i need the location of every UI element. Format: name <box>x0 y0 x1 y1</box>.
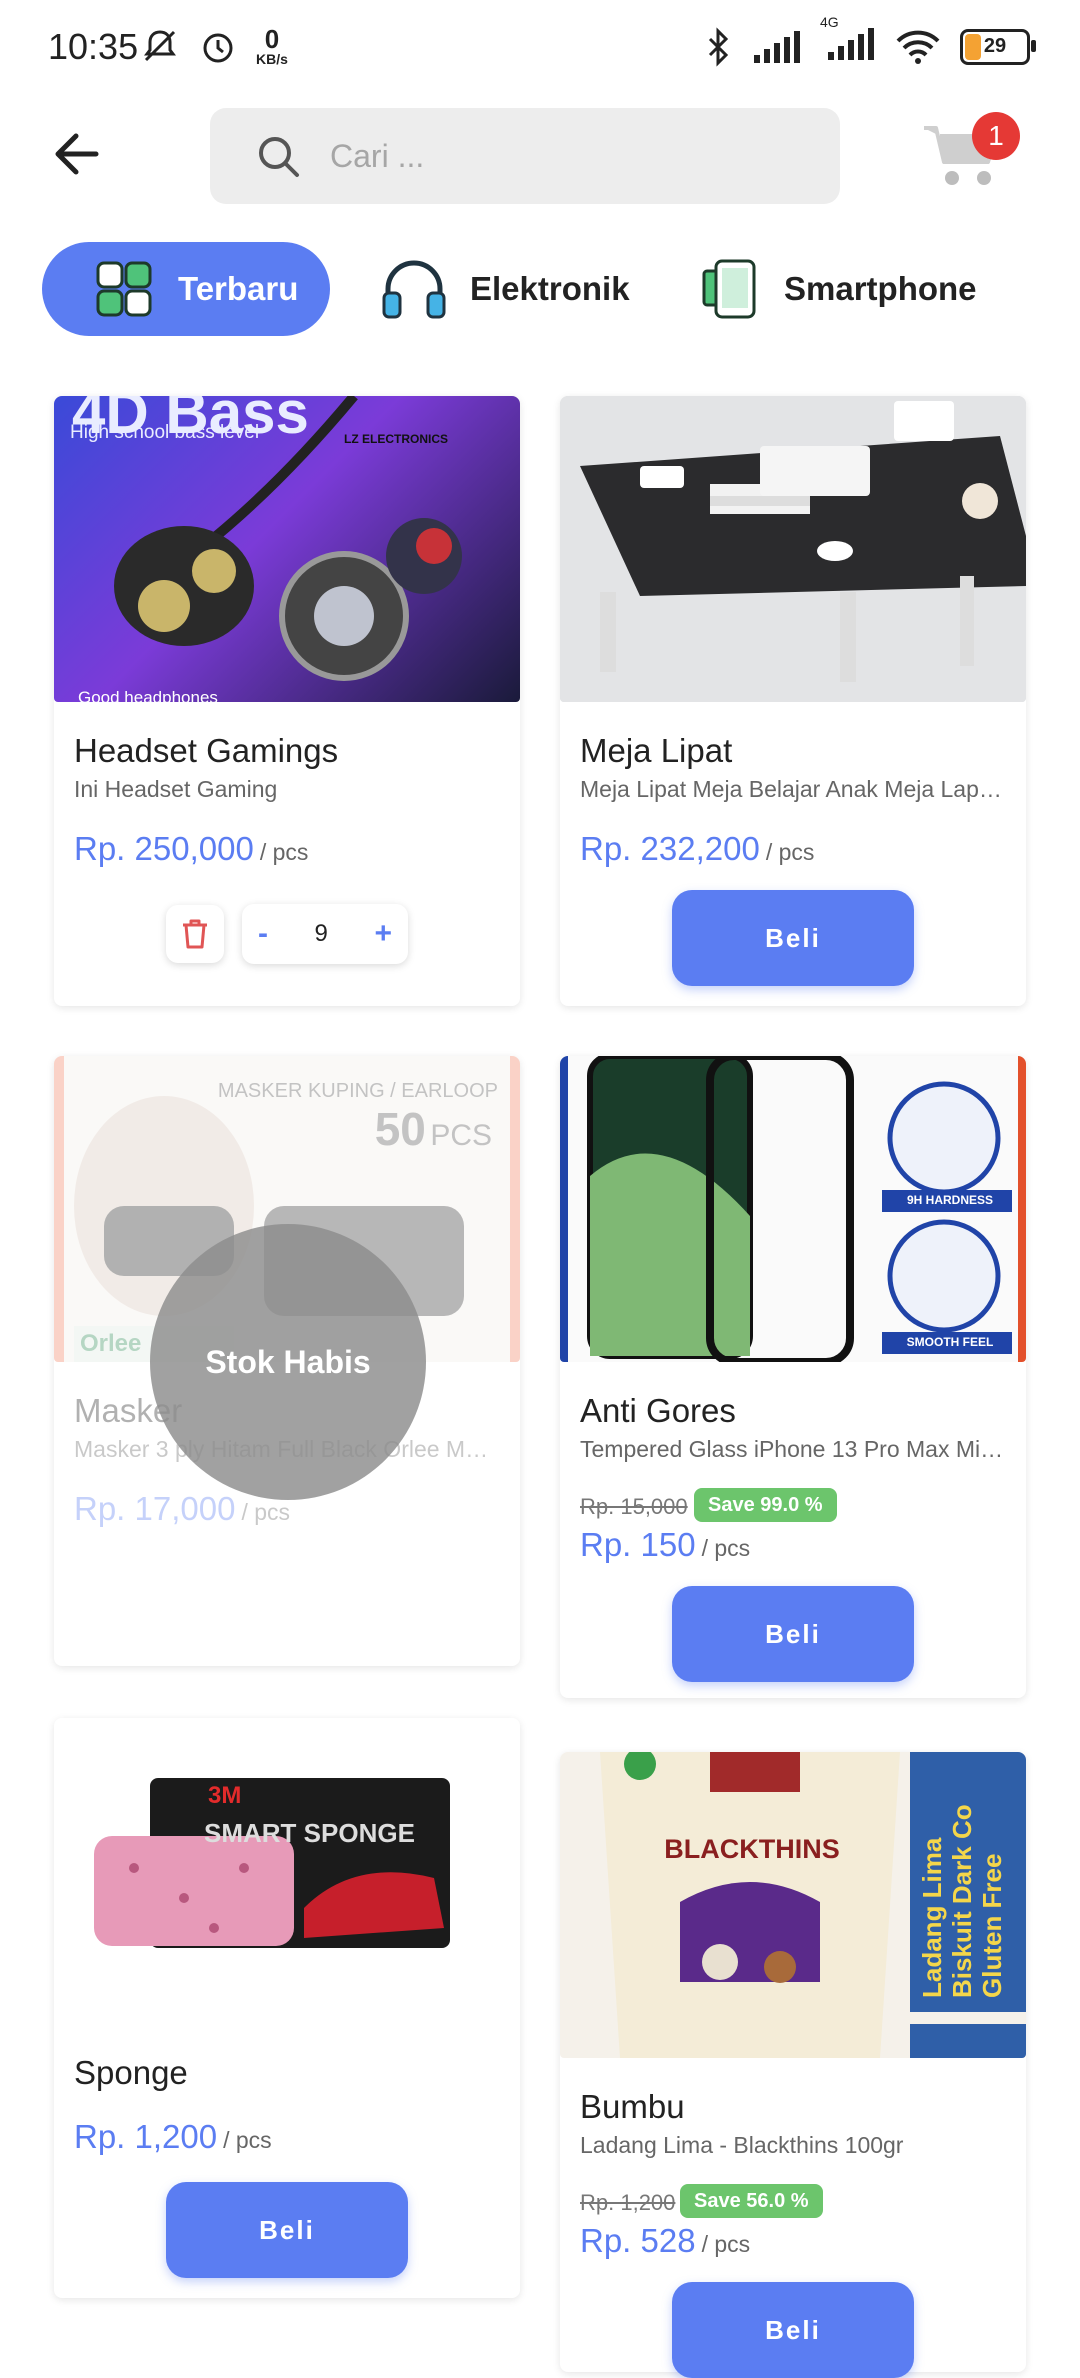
product-desc: Ini Headset Gaming <box>74 776 278 802</box>
product-name: Headset Gamings <box>74 732 339 769</box>
status-time: 10:35 <box>48 26 139 67</box>
quantity-value: 9 <box>314 920 328 947</box>
arrow-left-icon <box>55 133 99 175</box>
product-image: 4D Bass High school bass level LZ ELECTR… <box>54 396 520 702</box>
earphones-illustration <box>114 396 462 681</box>
product-card-bumbu[interactable]: BLACKTHINS Ladang Lima Biskuit Dark Co G… <box>560 1752 1026 2378</box>
product-image: BLACKTHINS Ladang Lima Biskuit Dark Co G… <box>560 1752 1026 2058</box>
product-price: Rp. 528/ pcs <box>580 2222 751 2259</box>
bell-mute-icon <box>144 30 176 62</box>
discount-badge: Save 99.0 % <box>694 1488 837 1522</box>
cart-count-badge: 1 <box>972 112 1020 160</box>
tempered-glass-illustration <box>560 1056 1026 1362</box>
product-desc: Tempered Glass iPhone 13 Pro Max Mini M <box>580 1436 1006 1462</box>
buy-button[interactable]: Beli <box>672 1586 914 1682</box>
remove-from-cart-button[interactable] <box>166 905 224 963</box>
product-card-headset[interactable]: 4D Bass High school bass level LZ ELECTR… <box>54 396 520 1006</box>
decrease-button[interactable]: - <box>258 917 268 951</box>
product-card-sponge[interactable]: 3M SMART SPONGE Sponge Rp. 1,200/ pcs Be… <box>54 1718 520 2298</box>
product-price: Rp. 1,200/ pcs <box>74 2118 272 2155</box>
quantity-stepper: - 9 + <box>242 904 408 964</box>
product-name: Anti Gores <box>580 1392 736 1429</box>
discount-badge: Save 56.0 % <box>680 2184 823 2218</box>
buy-button[interactable]: Beli <box>672 2282 914 2378</box>
product-name: Sponge <box>74 2054 188 2091</box>
product-price: Rp. 150/ pcs <box>580 1526 751 1563</box>
buy-button[interactable]: Beli <box>672 890 914 986</box>
product-image: 3M SMART SPONGE <box>54 1718 520 2024</box>
grid-apps-icon <box>96 261 152 317</box>
smartphone-icon <box>702 259 756 319</box>
original-price: Rp. 1,200 <box>580 2190 676 2215</box>
signal-icon <box>754 30 800 63</box>
tab-label: Smartphone <box>784 270 977 307</box>
original-price: Rp. 15,000 <box>580 1494 688 1519</box>
sold-out-badge: Stok Habis <box>150 1224 426 1500</box>
search-input[interactable] <box>328 136 812 176</box>
signal-4g-icon <box>828 28 874 60</box>
battery-icon: 29 <box>960 28 1036 65</box>
product-card-anti-gores[interactable]: 9H HARDNESS SMOOTH FEEL Anti Gores Tempe… <box>560 1056 1026 1698</box>
trash-icon <box>183 919 207 949</box>
bluetooth-icon <box>708 26 729 67</box>
quantity-controls: - 9 + <box>166 904 408 964</box>
product-card-masker[interactable]: MASKER KUPING / EARLOOP 50 PCS Orlee Mas… <box>54 1056 520 1666</box>
status-icons-right: 4G 29 <box>704 14 1036 67</box>
buy-button[interactable]: Beli <box>166 2182 408 2278</box>
back-button[interactable] <box>48 124 108 184</box>
product-card-meja-lipat[interactable]: Meja Lipat Meja Lipat Meja Belajar Anak … <box>560 396 1026 1006</box>
tab-smartphone[interactable]: Smartphone <box>702 242 1002 336</box>
product-image: 9H HARDNESS SMOOTH FEEL <box>560 1056 1026 1362</box>
product-price: Rp. 232,200/ pcs <box>580 830 815 867</box>
headphones-icon <box>382 260 446 319</box>
tab-elektronik[interactable]: Elektronik <box>380 242 640 336</box>
search-bar[interactable] <box>210 108 840 204</box>
status-icons-left: 0 KB/s <box>140 26 288 66</box>
tab-label: Elektronik <box>470 270 630 307</box>
product-name: Meja Lipat <box>580 732 733 769</box>
product-desc: Meja Lipat Meja Belajar Anak Meja Laptop <box>580 776 1006 802</box>
signal-4g: 4G <box>820 14 876 67</box>
tab-terbaru[interactable]: Terbaru <box>42 242 330 336</box>
table-illustration <box>560 396 1026 702</box>
product-desc: Ladang Lima - Blackthins 100gr <box>580 2132 904 2158</box>
product-name: Bumbu <box>580 2088 685 2125</box>
increase-button[interactable]: + <box>374 917 392 951</box>
search-icon <box>259 137 299 177</box>
tab-label: Terbaru <box>178 270 299 307</box>
product-price: Rp. 250,000/ pcs <box>74 830 309 867</box>
product-image <box>560 396 1026 702</box>
sponge-illustration <box>94 1778 450 1948</box>
alarm-icon <box>203 33 233 63</box>
wifi-icon <box>896 30 940 64</box>
net-speed: 0 KB/s <box>256 24 288 67</box>
